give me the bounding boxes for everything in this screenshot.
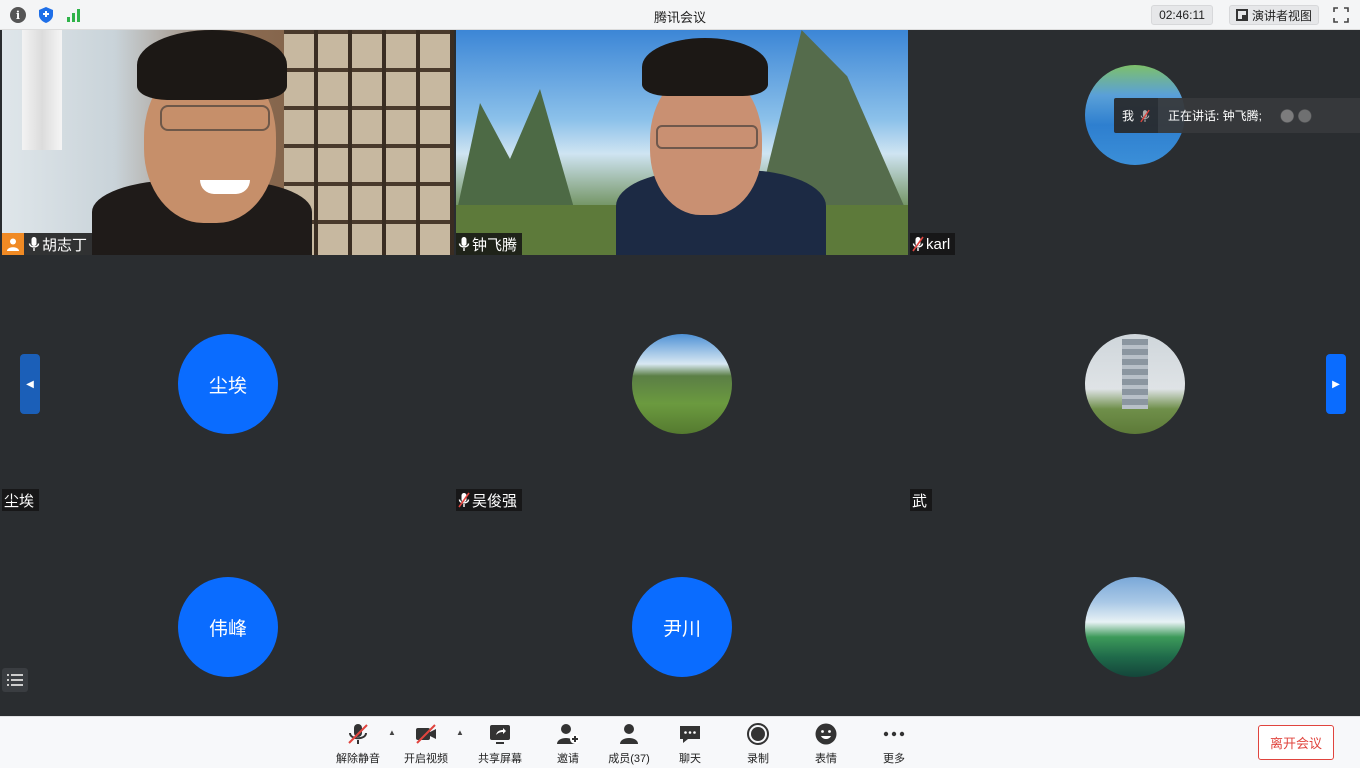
speaking-indicator: 我 正在讲话: 钟飞腾;	[1114, 98, 1360, 133]
record-icon	[747, 723, 769, 745]
chevron-left-icon: ◀	[26, 378, 34, 390]
members-icon	[620, 724, 638, 744]
participant-name-tag: 武	[910, 489, 933, 511]
members-label: 成员(37)	[608, 753, 650, 765]
more-dots-icon	[883, 731, 905, 737]
participant-name-tag: 吴俊强	[456, 489, 523, 511]
microphone-muted-icon	[348, 724, 368, 744]
smiley-icon	[815, 723, 837, 745]
previous-page-button[interactable]: ◀	[20, 354, 40, 414]
microphone-muted-icon	[1140, 109, 1150, 122]
self-label: 我	[1122, 109, 1135, 123]
self-mic-status[interactable]: 我	[1114, 98, 1159, 133]
chevron-right-icon: ▶	[1332, 378, 1340, 390]
title-bar: i 腾讯会议 02:46:11 演讲者视图	[0, 0, 1360, 30]
participant-avatar	[632, 334, 732, 434]
microphone-muted-icon	[912, 236, 924, 252]
video-tile-8[interactable]: 尹川	[456, 513, 908, 716]
more-button[interactable]: 更多	[864, 722, 924, 766]
participant-name: 尘埃	[4, 492, 35, 510]
participant-name: karl	[926, 235, 951, 253]
microphone-icon	[458, 237, 470, 251]
speaker-thumbnails	[1274, 106, 1319, 125]
participant-avatar: 尘埃	[178, 334, 278, 434]
participant-name-tag: 胡志丁	[2, 233, 93, 255]
invite-label: 邀请	[557, 753, 579, 765]
video-feed	[456, 30, 908, 255]
participant-avatar: 伟峰	[178, 577, 278, 677]
speaker-view-label: 演讲者视图	[1252, 8, 1313, 23]
start-video-button[interactable]: 开启视频	[396, 722, 456, 766]
chat-icon	[680, 726, 700, 743]
participant-name: 吴俊强	[472, 492, 518, 510]
fullscreen-icon[interactable]	[1332, 6, 1350, 24]
participant-avatar	[1085, 577, 1185, 677]
video-tile-9[interactable]	[910, 513, 1360, 716]
participant-list-toggle[interactable]	[2, 668, 28, 692]
share-screen-button[interactable]: 共享屏幕	[470, 722, 530, 766]
video-tile-1[interactable]: 胡志丁	[2, 30, 454, 255]
video-tile-5[interactable]: 吴俊强	[456, 257, 908, 511]
reactions-button[interactable]: 表情	[796, 722, 856, 766]
participant-name-tag: karl	[910, 233, 956, 255]
reactions-label: 表情	[815, 753, 837, 765]
talking-label: 正在讲话: 钟飞腾;	[1168, 109, 1263, 123]
list-icon	[7, 674, 23, 686]
next-page-button[interactable]: ▶	[1326, 354, 1346, 414]
share-screen-label: 共享屏幕	[478, 753, 522, 765]
invite-button[interactable]: 邀请	[538, 722, 598, 766]
video-tile-3[interactable]: karl	[910, 30, 1360, 255]
chat-label: 聊天	[679, 753, 701, 765]
video-tile-4[interactable]: 尘埃 尘埃	[2, 257, 454, 511]
speaker-view-icon	[1236, 9, 1248, 21]
video-grid: 胡志丁 钟飞腾 karl 尘埃 尘埃 吴俊强 武 伟峰 尹川 ◀ ▶ 我 正在讲…	[0, 30, 1360, 716]
meeting-toolbar: 解除静音 ▲ 开启视频 ▲ 共享屏幕 邀请 成员(37) 聊天 录制 表情 更多…	[0, 716, 1360, 768]
video-feed	[2, 30, 454, 255]
participant-name-tag: 钟飞腾	[456, 233, 523, 255]
video-tile-7[interactable]: 伟峰	[2, 513, 454, 716]
unmute-label: 解除静音	[336, 753, 380, 765]
leave-meeting-button[interactable]: 离开会议	[1258, 725, 1334, 760]
participant-avatar: 尹川	[632, 577, 732, 677]
record-button[interactable]: 录制	[728, 722, 788, 766]
speaker-view-button[interactable]: 演讲者视图	[1229, 5, 1320, 25]
camera-off-icon	[416, 724, 436, 744]
more-label: 更多	[883, 753, 905, 765]
video-tile-6[interactable]: 武	[910, 257, 1360, 511]
participant-name-tag: 尘埃	[2, 489, 40, 511]
share-screen-icon	[490, 725, 510, 744]
video-tile-2[interactable]: 钟飞腾	[456, 30, 908, 255]
add-user-icon	[557, 724, 580, 744]
participant-name: 钟飞腾	[472, 236, 518, 254]
microphone-icon	[28, 237, 40, 251]
start-video-label: 开启视频	[404, 753, 448, 765]
chat-button[interactable]: 聊天	[660, 722, 720, 766]
unmute-button[interactable]: 解除静音	[328, 722, 388, 766]
meeting-timer: 02:46:11	[1151, 5, 1213, 25]
microphone-muted-icon	[458, 492, 470, 508]
participant-avatar	[1085, 334, 1185, 434]
video-options-caret-icon[interactable]: ▲	[455, 727, 465, 737]
host-icon	[2, 233, 24, 255]
talking-status: 正在讲话: 钟飞腾;	[1158, 98, 1360, 133]
record-label: 录制	[747, 753, 769, 765]
participant-name: 武	[912, 492, 928, 510]
participant-name: 胡志丁	[42, 236, 88, 254]
members-button[interactable]: 成员(37)	[599, 722, 659, 766]
